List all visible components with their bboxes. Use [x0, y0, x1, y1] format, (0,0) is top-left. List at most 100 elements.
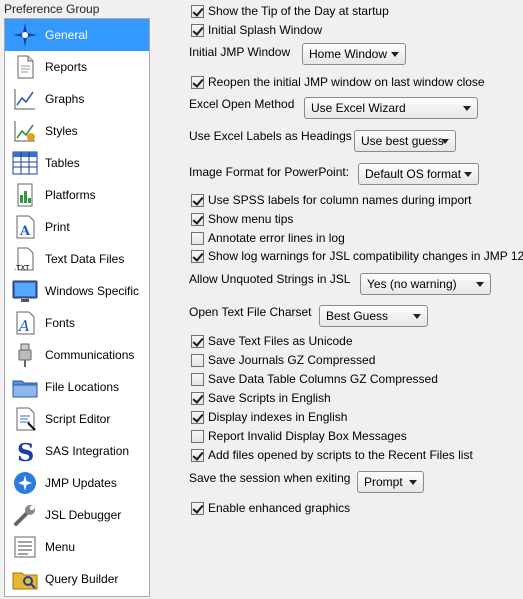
excel-open-method-dropdown[interactable]: Use Excel Wizard [304, 97, 478, 119]
save-session-label: Save the session when exiting [189, 471, 351, 485]
spss-labels-option[interactable]: Use SPSS labels for column names during … [191, 191, 471, 209]
excel-labels-headings-value: Use best guess [361, 134, 444, 148]
initial-jmp-window-value: Home Window [309, 47, 388, 61]
save-session-value: Prompt [364, 475, 403, 489]
svg-text:.TXT: .TXT [14, 264, 30, 272]
annotate-error-lines-label: Annotate error lines in log [208, 231, 345, 245]
show-log-warnings-checkbox[interactable] [191, 249, 204, 263]
sidebar-item-label: JSL Debugger [45, 508, 122, 522]
open-text-charset-value: Best Guess [326, 309, 389, 323]
initial-splash-option[interactable]: Initial Splash Window [191, 21, 322, 39]
sidebar-item-text-data-files[interactable]: .TXT Text Data Files [5, 243, 149, 275]
sidebar-item-file-locations[interactable]: File Locations [5, 371, 149, 403]
show-menu-tips-option[interactable]: Show menu tips [191, 210, 293, 228]
styles-icon [11, 117, 39, 145]
preference-group-list[interactable]: General Reports Graphs Styles Tables Platform… [4, 18, 150, 597]
show-log-warnings-option[interactable]: Show log warnings for JSL compatibility … [191, 247, 523, 265]
sidebar-item-windows-specific[interactable]: Windows Specific [5, 275, 149, 307]
annotate-error-lines-checkbox[interactable] [191, 231, 204, 245]
sidebar-item-label: Platforms [45, 188, 96, 202]
allow-unquoted-dropdown[interactable]: Yes (no warning) [360, 273, 491, 295]
query-folder-icon [11, 565, 39, 593]
save-scripts-english-option[interactable]: Save Scripts in English [191, 389, 331, 407]
sidebar-item-general[interactable]: General [5, 19, 149, 51]
sidebar-item-graphs[interactable]: Graphs [5, 83, 149, 115]
save-dt-columns-gz-checkbox[interactable] [191, 372, 204, 386]
graph-icon [11, 85, 39, 113]
sidebar-item-communications[interactable]: Communications [5, 339, 149, 371]
sidebar-item-tables[interactable]: Tables [5, 147, 149, 179]
image-format-value: Default OS format [365, 167, 462, 181]
sidebar-item-label: Windows Specific [45, 284, 140, 298]
report-invalid-display-checkbox[interactable] [191, 429, 204, 443]
sidebar-item-styles[interactable]: Styles [5, 115, 149, 147]
save-text-unicode-option[interactable]: Save Text Files as Unicode [191, 332, 353, 350]
save-dt-columns-gz-option[interactable]: Save Data Table Columns GZ Compressed [191, 370, 438, 388]
save-session-dropdown[interactable]: Prompt [357, 471, 424, 493]
sidebar-item-label: Print [45, 220, 70, 234]
image-format-dropdown[interactable]: Default OS format [358, 163, 479, 185]
platforms-icon [11, 181, 39, 209]
initial-splash-label: Initial Splash Window [208, 23, 323, 37]
save-journals-gz-checkbox[interactable] [191, 353, 204, 367]
save-scripts-english-label: Save Scripts in English [208, 391, 331, 405]
open-text-charset-label: Open Text File Charset [189, 305, 312, 319]
add-files-recent-label: Add files opened by scripts to the Recen… [208, 448, 473, 462]
reopen-initial-option[interactable]: Reopen the initial JMP window on last wi… [191, 73, 485, 91]
excel-open-method-label: Excel Open Method [189, 97, 295, 111]
spss-labels-checkbox[interactable] [191, 193, 204, 207]
display-indexes-english-checkbox[interactable] [191, 410, 204, 424]
save-journals-gz-option[interactable]: Save Journals GZ Compressed [191, 351, 375, 369]
sidebar-item-query-builder[interactable]: Query Builder [5, 563, 149, 595]
sidebar-item-script-editor[interactable]: Script Editor [5, 403, 149, 435]
sidebar-item-label: Reports [45, 60, 88, 74]
show-menu-tips-label: Show menu tips [208, 212, 294, 226]
font-icon: A [11, 309, 39, 337]
sidebar-item-sas-integration[interactable]: S SAS Integration [5, 435, 149, 467]
chevron-down-icon [464, 172, 472, 177]
enable-enhanced-graphics-option[interactable]: Enable enhanced graphics [191, 499, 350, 517]
jmp-update-icon [11, 469, 39, 497]
sidebar-item-label: Menu [45, 540, 76, 554]
menu-icon [11, 533, 39, 561]
show-tip-checkbox[interactable] [191, 4, 204, 18]
print-icon: A [11, 213, 39, 241]
script-editor-icon [11, 405, 39, 433]
reopen-initial-checkbox[interactable] [191, 75, 204, 89]
monitor-icon [11, 277, 39, 305]
initial-jmp-window-dropdown[interactable]: Home Window [302, 43, 406, 65]
initial-splash-checkbox[interactable] [191, 23, 204, 37]
sidebar-item-label: Script Editor [45, 412, 111, 426]
report-invalid-display-option[interactable]: Report Invalid Display Box Messages [191, 427, 407, 445]
chevron-down-icon [409, 480, 417, 485]
show-tip-option[interactable]: Show the Tip of the Day at startup [191, 2, 389, 20]
save-scripts-english-checkbox[interactable] [191, 391, 204, 405]
sidebar-item-reports[interactable]: Reports [5, 51, 149, 83]
save-text-unicode-label: Save Text Files as Unicode [208, 334, 353, 348]
add-files-recent-option[interactable]: Add files opened by scripts to the Recen… [191, 446, 473, 464]
image-format-label: Image Format for PowerPoint: [189, 165, 350, 179]
sidebar-item-platforms[interactable]: Platforms [5, 179, 149, 211]
sidebar-item-menu[interactable]: Menu [5, 531, 149, 563]
add-files-recent-checkbox[interactable] [191, 448, 204, 462]
svg-text:A: A [17, 317, 30, 335]
save-journals-gz-label: Save Journals GZ Compressed [208, 353, 376, 367]
excel-labels-headings-dropdown[interactable]: Use best guess [354, 130, 456, 152]
enable-enhanced-graphics-checkbox[interactable] [191, 501, 204, 515]
open-text-charset-dropdown[interactable]: Best Guess [319, 305, 428, 327]
excel-labels-headings-label: Use Excel Labels as Headings [189, 129, 352, 143]
sidebar-item-fonts[interactable]: A Fonts [5, 307, 149, 339]
chevron-down-icon [463, 106, 471, 111]
annotate-error-lines-option[interactable]: Annotate error lines in log [191, 229, 345, 247]
show-menu-tips-checkbox[interactable] [191, 212, 204, 226]
save-text-unicode-checkbox[interactable] [191, 334, 204, 348]
display-indexes-english-option[interactable]: Display indexes in English [191, 408, 347, 426]
sidebar-item-label: Tables [45, 156, 80, 170]
sidebar-item-print[interactable]: A Print [5, 211, 149, 243]
svg-text:S: S [17, 438, 34, 465]
sidebar-item-jsl-debugger[interactable]: JSL Debugger [5, 499, 149, 531]
display-indexes-english-label: Display indexes in English [208, 410, 348, 424]
preference-group-title: Preference Group [4, 2, 100, 16]
sidebar-item-jmp-updates[interactable]: JMP Updates [5, 467, 149, 499]
report-document-icon [11, 53, 39, 81]
